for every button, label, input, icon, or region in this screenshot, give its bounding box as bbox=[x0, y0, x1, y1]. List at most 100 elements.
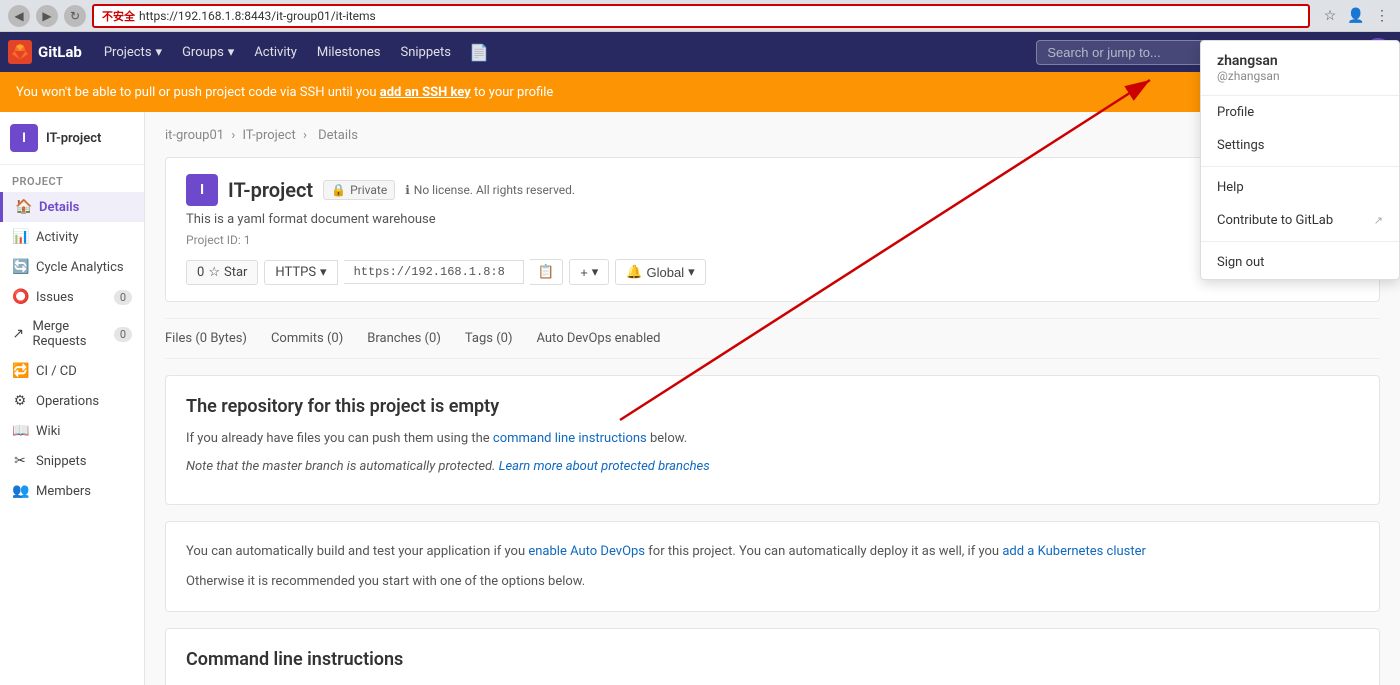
security-warning: 不安全 bbox=[102, 8, 135, 24]
sidebar-item-ci-cd[interactable]: 🔁 CI / CD bbox=[0, 356, 144, 386]
dropdown-contribute-item[interactable]: Contribute to GitLab ↗ bbox=[1201, 204, 1399, 237]
reload-button[interactable]: ↻ bbox=[64, 5, 86, 27]
gitlab-brand-text: GitLab bbox=[38, 43, 82, 61]
sidebar-project-icon: I bbox=[10, 124, 38, 152]
lock-icon: 🔒 bbox=[331, 183, 346, 197]
back-button[interactable]: ◀ bbox=[8, 5, 30, 27]
project-avatar: I bbox=[186, 174, 218, 206]
protected-branch-note: Note that the master branch is automatic… bbox=[186, 457, 1359, 477]
autodevops-para2: Otherwise it is recommended you start wi… bbox=[186, 572, 1359, 592]
stat-files[interactable]: Files (0 Bytes) bbox=[165, 331, 247, 346]
dropdown-signout-item[interactable]: Sign out bbox=[1201, 246, 1399, 279]
stat-tags[interactable]: Tags (0) bbox=[465, 331, 513, 346]
sidebar-item-members[interactable]: 👥 Members bbox=[0, 476, 144, 506]
sidebar-project-section: Project bbox=[0, 165, 144, 192]
empty-repo-para1: If you already have files you can push t… bbox=[186, 429, 1359, 449]
cli-section: Command line instructions Git global set… bbox=[165, 628, 1380, 685]
global-button[interactable]: 🔔 Global ▾ bbox=[615, 259, 705, 285]
sidebar-item-cycle-analytics[interactable]: 🔄 Cycle Analytics bbox=[0, 252, 144, 282]
dropdown-handle: @zhangsan bbox=[1217, 69, 1383, 83]
sidebar-item-issues[interactable]: ⭕ Issues 0 bbox=[0, 282, 144, 312]
members-icon: 👥 bbox=[12, 483, 28, 499]
dropdown-header: zhangsan @zhangsan bbox=[1201, 41, 1399, 96]
address-bar[interactable]: 不安全 https://192.168.1.8:8443/it-group01/… bbox=[92, 4, 1310, 28]
breadcrumb-sep1: › bbox=[231, 128, 235, 143]
top-navigation: GitLab Projects ▾ Groups ▾ Activity Mile… bbox=[0, 32, 1400, 72]
nav-icon-docs[interactable]: 📄 bbox=[461, 32, 497, 72]
stats-bar: Files (0 Bytes) Commits (0) Branches (0)… bbox=[165, 318, 1380, 359]
add-ssh-key-link[interactable]: add an SSH key bbox=[380, 85, 471, 100]
star-icon: ☆ bbox=[208, 265, 220, 280]
cli-instructions-link[interactable]: command line instructions bbox=[493, 431, 647, 446]
address-text: https://192.168.1.8:8443/it-group01/it-i… bbox=[139, 9, 376, 23]
star-count: 0 ☆ Star bbox=[186, 260, 258, 285]
breadcrumb-project[interactable]: IT-project bbox=[242, 128, 295, 143]
clone-url-input[interactable]: https://192.168.1.8:8 bbox=[344, 260, 524, 284]
sidebar-item-wiki[interactable]: 📖 Wiki bbox=[0, 416, 144, 446]
breadcrumb: it-group01 › IT-project › Details bbox=[165, 128, 1380, 143]
project-id: Project ID: 1 bbox=[186, 233, 1359, 247]
add-kubernetes-link[interactable]: add a Kubernetes cluster bbox=[1002, 544, 1146, 559]
bookmark-icon[interactable]: ☆ bbox=[1320, 6, 1340, 26]
sidebar-project-header: I IT-project bbox=[0, 112, 144, 165]
stat-autodevops: Auto DevOps enabled bbox=[536, 331, 660, 346]
operations-icon: ⚙ bbox=[12, 393, 28, 409]
gitlab-logo-icon bbox=[8, 40, 32, 64]
groups-nav-item[interactable]: Groups ▾ bbox=[172, 32, 244, 72]
activity-nav-item[interactable]: Activity bbox=[244, 32, 307, 72]
milestones-nav-item[interactable]: Milestones bbox=[307, 32, 391, 72]
protected-branches-link[interactable]: Learn more about protected branches bbox=[499, 459, 710, 474]
project-header-section: I IT-project 🔒 Private ℹ No license. All… bbox=[165, 157, 1380, 302]
project-title: IT-project bbox=[228, 178, 313, 202]
repo-actions: 0 ☆ Star HTTPS ▾ https://192.168.1.8:8 📋… bbox=[186, 259, 1359, 285]
star-label: Star bbox=[224, 265, 247, 280]
dropdown-settings-item[interactable]: Settings bbox=[1201, 129, 1399, 162]
add-action-button[interactable]: + ▾ bbox=[569, 259, 609, 285]
menu-icon[interactable]: ⋮ bbox=[1372, 6, 1392, 26]
ci-cd-icon: 🔁 bbox=[12, 363, 28, 379]
cycle-analytics-icon: 🔄 bbox=[12, 259, 28, 275]
projects-nav-item[interactable]: Projects ▾ bbox=[94, 32, 172, 72]
breadcrumb-current: Details bbox=[318, 128, 358, 143]
sidebar-item-details[interactable]: 🏠 Details bbox=[0, 192, 144, 222]
sidebar-project-name: IT-project bbox=[46, 131, 101, 146]
project-description: This is a yaml format document warehouse bbox=[186, 212, 1359, 227]
private-badge: 🔒 Private bbox=[323, 180, 395, 200]
autodevops-section: You can automatically build and test you… bbox=[165, 521, 1380, 612]
issues-badge: 0 bbox=[114, 290, 132, 305]
issues-icon: ⭕ bbox=[12, 289, 28, 305]
stat-branches[interactable]: Branches (0) bbox=[367, 331, 441, 346]
enable-autodevops-link[interactable]: enable Auto DevOps bbox=[528, 544, 645, 559]
empty-repo-section: The repository for this project is empty… bbox=[165, 375, 1380, 505]
add-chevron: ▾ bbox=[592, 264, 599, 280]
profile-icon-browser[interactable]: 👤 bbox=[1346, 6, 1366, 26]
stat-commits[interactable]: Commits (0) bbox=[271, 331, 343, 346]
dropdown-profile-item[interactable]: Profile bbox=[1201, 96, 1399, 129]
external-link-icon: ↗ bbox=[1374, 214, 1383, 227]
groups-chevron: ▾ bbox=[228, 45, 235, 60]
details-icon: 🏠 bbox=[15, 199, 31, 215]
copy-url-button[interactable]: 📋 bbox=[530, 259, 564, 285]
gitlab-logo[interactable]: GitLab bbox=[8, 40, 82, 64]
app-body: I IT-project Project 🏠 Details 📊 Activit… bbox=[0, 112, 1400, 685]
dropdown-help-item[interactable]: Help bbox=[1201, 171, 1399, 204]
breadcrumb-group[interactable]: it-group01 bbox=[165, 128, 224, 143]
global-chevron: ▾ bbox=[688, 264, 695, 280]
browser-icons: ☆ 👤 ⋮ bbox=[1320, 6, 1392, 26]
bell-icon: 🔔 bbox=[626, 264, 642, 280]
snippets-nav-item[interactable]: Snippets bbox=[391, 32, 462, 72]
user-dropdown-menu: zhangsan @zhangsan Profile Settings Help… bbox=[1200, 40, 1400, 280]
merge-requests-badge: 0 bbox=[114, 327, 132, 342]
forward-button[interactable]: ▶ bbox=[36, 5, 58, 27]
sidebar-item-merge-requests[interactable]: ↗ Merge Requests 0 bbox=[0, 312, 144, 356]
info-icon: ℹ bbox=[405, 183, 410, 197]
protocol-selector[interactable]: HTTPS ▾ bbox=[264, 260, 337, 285]
wiki-icon: 📖 bbox=[12, 423, 28, 439]
ssh-warning-banner: You won't be able to pull or push projec… bbox=[0, 72, 1400, 112]
sidebar-item-activity[interactable]: 📊 Activity bbox=[0, 222, 144, 252]
dropdown-divider-2 bbox=[1201, 241, 1399, 242]
merge-requests-icon: ↗ bbox=[12, 326, 24, 342]
sidebar-item-operations[interactable]: ⚙ Operations bbox=[0, 386, 144, 416]
sidebar-item-snippets[interactable]: ✂ Snippets bbox=[0, 446, 144, 476]
star-number: 0 bbox=[197, 265, 204, 280]
